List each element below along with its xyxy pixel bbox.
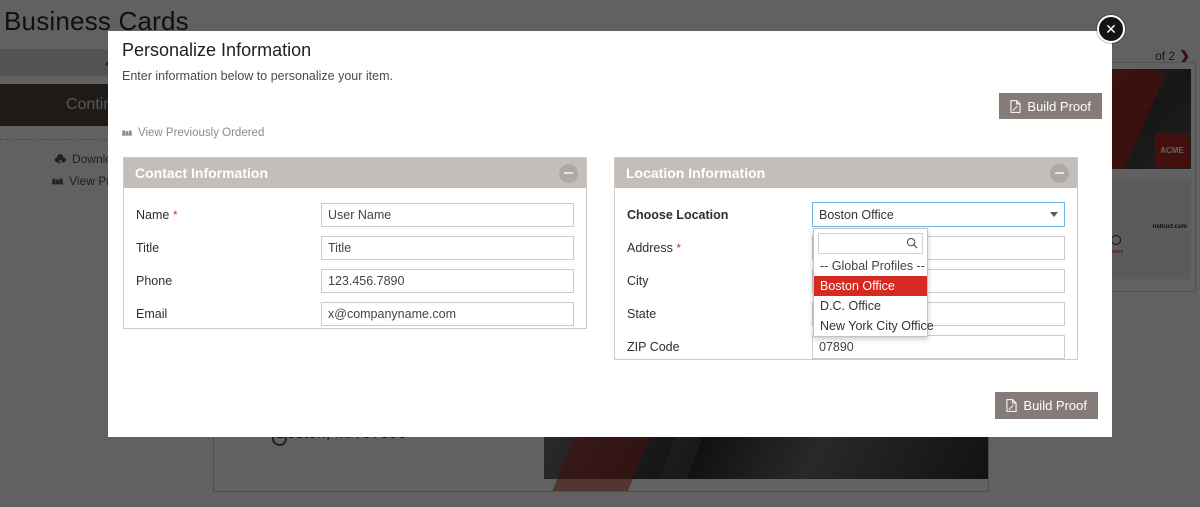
choose-location-selected-value: Boston Office — [819, 207, 894, 222]
build-proof-button-bottom[interactable]: Build Proof — [995, 392, 1098, 419]
field-row-title: Title — [136, 231, 574, 264]
dropdown-search-input[interactable] — [818, 233, 923, 254]
zip-code-label: ZIP Code — [627, 339, 680, 354]
pdf-file-icon — [1010, 99, 1021, 113]
address-label: Address * — [627, 240, 682, 255]
collapse-icon[interactable] — [1050, 163, 1069, 183]
required-marker: * — [172, 207, 178, 222]
location-information-panel: Location Information Choose Location Bos… — [614, 157, 1078, 360]
contact-panel-title: Contact Information — [135, 165, 268, 181]
dropdown-group-header: -- Global Profiles -- — [820, 259, 925, 273]
location-panel-body: Choose Location Boston Office -- Global … — [615, 188, 1077, 363]
location-dropdown: -- Global Profiles -- Boston Office D.C.… — [813, 228, 934, 337]
chevron-down-icon — [1050, 212, 1058, 217]
modal-title: Personalize Information — [122, 40, 312, 60]
build-proof-button-top[interactable]: Build Proof — [999, 93, 1102, 119]
field-row-name: Name * — [136, 198, 574, 231]
personalize-modal: Personalize Information Enter informatio… — [108, 31, 1112, 437]
view-previously-ordered-link[interactable]: View Previously Ordered — [121, 127, 264, 139]
phone-input[interactable] — [321, 268, 574, 293]
binoculars-icon — [121, 128, 133, 138]
phone-label: Phone — [136, 273, 173, 288]
city-label: City — [627, 273, 649, 288]
build-proof-label: Build Proof — [1023, 398, 1087, 413]
dropdown-option-dc-office[interactable]: D.C. Office — [814, 296, 927, 316]
contact-panel-header: Contact Information — [124, 158, 586, 188]
email-label: Email — [136, 306, 168, 321]
title-input[interactable] — [321, 235, 574, 260]
field-row-email: Email — [136, 297, 574, 330]
field-row-choose-location: Choose Location Boston Office -- Global … — [627, 198, 1065, 337]
modal-subtitle: Enter information below to personalize y… — [122, 69, 393, 83]
dropdown-search-wrap — [814, 229, 927, 256]
dropdown-option-new-york-city-office[interactable]: New York City Office — [814, 316, 934, 336]
name-input[interactable] — [321, 202, 574, 227]
contact-information-panel: Contact Information Name * Title Phone E… — [123, 157, 587, 329]
build-proof-label: Build Proof — [1027, 98, 1091, 114]
email-input[interactable] — [321, 301, 574, 326]
required-marker: * — [676, 240, 682, 255]
choose-location-select[interactable]: Boston Office — [812, 202, 1065, 227]
choose-location-select-wrap: Boston Office -- Global Profiles -- Bost… — [812, 202, 1065, 337]
collapse-icon[interactable] — [559, 163, 578, 183]
field-row-phone: Phone — [136, 264, 574, 297]
dropdown-option-boston-office[interactable]: Boston Office — [814, 276, 927, 296]
name-label: Name * — [136, 207, 178, 222]
zip-code-input[interactable] — [812, 334, 1065, 359]
view-previously-ordered-label: View Previously Ordered — [138, 127, 265, 139]
location-panel-header: Location Information — [615, 158, 1077, 188]
title-label: Title — [136, 240, 160, 255]
contact-panel-body: Name * Title Phone Email — [124, 188, 586, 330]
location-panel-title: Location Information — [626, 165, 766, 181]
choose-location-label: Choose Location — [627, 207, 729, 222]
close-icon[interactable]: ✕ — [1097, 15, 1125, 43]
state-label: State — [627, 306, 657, 321]
pdf-file-icon — [1006, 399, 1017, 412]
